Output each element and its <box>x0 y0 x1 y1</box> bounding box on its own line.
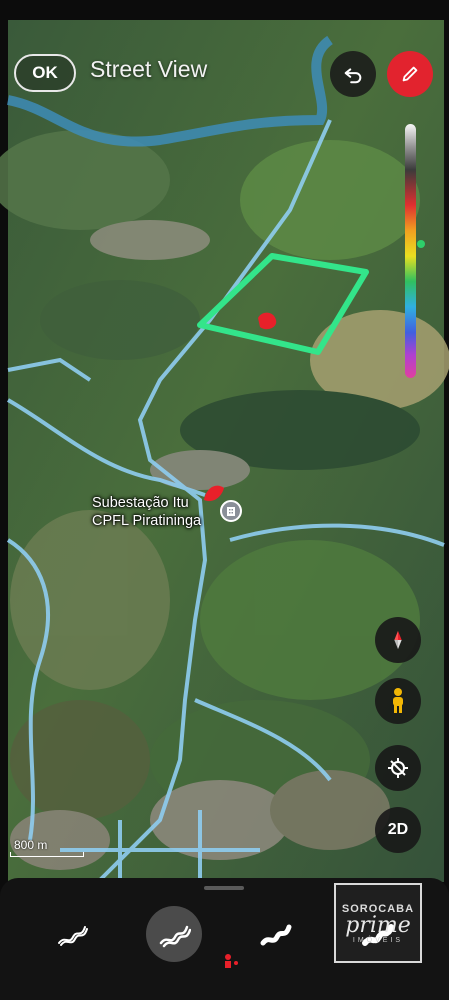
poi-name-line2: CPFL Piratininga <box>92 513 202 529</box>
poi-name-line1: Subestação Itu <box>92 495 189 511</box>
compass-button[interactable] <box>375 617 421 663</box>
pegman-button[interactable] <box>375 678 421 724</box>
squiggle-thin-icon <box>58 926 88 946</box>
scale-label: 800 m <box>14 838 48 852</box>
done-button[interactable]: OK <box>14 54 76 92</box>
poi-label[interactable]: Subestação Itu CPFL Piratininga <box>92 494 201 530</box>
view-toggle-label: 2D <box>387 821 409 838</box>
watermark-middle: prime <box>345 912 411 938</box>
highlighter-brush-button[interactable] <box>248 906 304 962</box>
pen-icon <box>402 66 418 82</box>
done-label: OK <box>32 63 58 82</box>
panel-drag-handle[interactable] <box>204 886 244 890</box>
scale-bar <box>10 852 84 857</box>
selected-brush-indicator-icon <box>225 954 238 968</box>
recenter-button[interactable] <box>375 745 421 791</box>
recenter-icon <box>388 758 408 778</box>
pen-brush-button[interactable] <box>44 906 100 962</box>
satellite-map[interactable] <box>0 0 449 1000</box>
pen-button[interactable] <box>387 51 433 97</box>
color-slider-thumb[interactable] <box>417 240 425 248</box>
marker-brush-button[interactable] <box>146 906 202 962</box>
pegman-icon <box>393 688 403 713</box>
page-title: Street View <box>90 56 208 82</box>
undo-button[interactable] <box>330 51 376 97</box>
color-slider[interactable] <box>405 124 416 378</box>
squiggle-medium-icon <box>159 925 191 948</box>
view-toggle-2d-button[interactable]: 2D <box>375 807 421 853</box>
squiggle-bold-icon <box>260 924 292 946</box>
undo-icon <box>344 68 362 84</box>
watermark-bottom: IMÓVEIS <box>352 936 404 944</box>
watermark-logo: SOROCABA prime IMÓVEIS <box>334 883 422 963</box>
building-icon[interactable] <box>220 500 242 522</box>
compass-icon <box>394 630 402 650</box>
